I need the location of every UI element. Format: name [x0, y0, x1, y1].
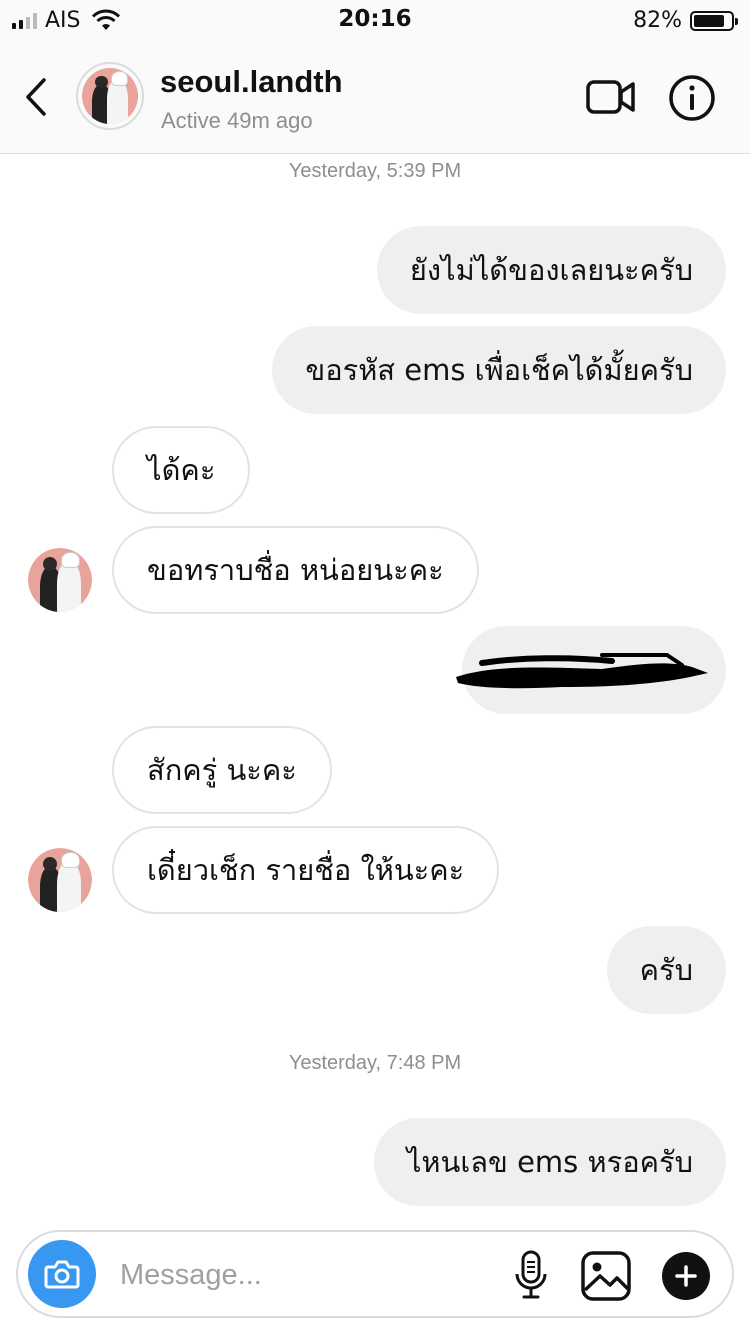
sent-message-bubble[interactable]: ยังไม่ได้ของเลยนะครับ: [376, 226, 726, 314]
redaction-scribble: [456, 653, 708, 689]
info-icon[interactable]: [668, 74, 716, 122]
received-message-bubble[interactable]: ได้คะ: [112, 426, 251, 514]
battery-percent: 82%: [633, 8, 682, 33]
sent-message-bubble[interactable]: ขอรหัส ems เพื่อเช็คได้มั้ยครับ: [272, 326, 726, 414]
contact-avatar[interactable]: [76, 62, 144, 130]
video-camera-icon[interactable]: [586, 78, 636, 116]
contact-username[interactable]: seoul.landth: [160, 64, 343, 100]
message-input[interactable]: [118, 1252, 502, 1298]
camera-icon: [44, 1260, 80, 1289]
sender-avatar[interactable]: [28, 548, 92, 612]
battery-icon: [690, 10, 738, 31]
sent-message-bubble[interactable]: ครับ: [606, 926, 726, 1014]
timestamp-divider: Yesterday, 5:39 PM: [288, 160, 462, 182]
sent-message-bubble[interactable]: ไหนเลข ems หรอครับ: [373, 1118, 726, 1206]
more-options-button[interactable]: [662, 1252, 710, 1300]
timestamp-divider: Yesterday, 7:48 PM: [288, 1052, 462, 1074]
back-chevron-icon[interactable]: [18, 76, 54, 118]
microphone-icon[interactable]: [512, 1250, 550, 1300]
status-right: 82%: [633, 8, 738, 33]
received-message-bubble[interactable]: ขอทราบชื่อ หน่อยนะคะ: [112, 526, 479, 614]
sender-avatar[interactable]: [28, 848, 92, 912]
received-message-bubble[interactable]: สักครู่ นะคะ: [112, 726, 332, 814]
received-message-bubble[interactable]: เดี๋ยวเช็ก รายชื่อ ให้นะคะ: [112, 826, 500, 914]
sent-message-bubble-redacted[interactable]: [456, 626, 726, 714]
image-gallery-icon[interactable]: [580, 1250, 632, 1302]
status-bar: AIS 20:16 82%: [0, 0, 750, 40]
camera-button[interactable]: [28, 1240, 96, 1308]
chat-header: seoul.landth Active 49m ago: [0, 40, 750, 154]
contact-active-status: Active 49m ago: [161, 108, 313, 133]
message-composer: [16, 1230, 734, 1318]
plus-icon: [675, 1265, 697, 1287]
